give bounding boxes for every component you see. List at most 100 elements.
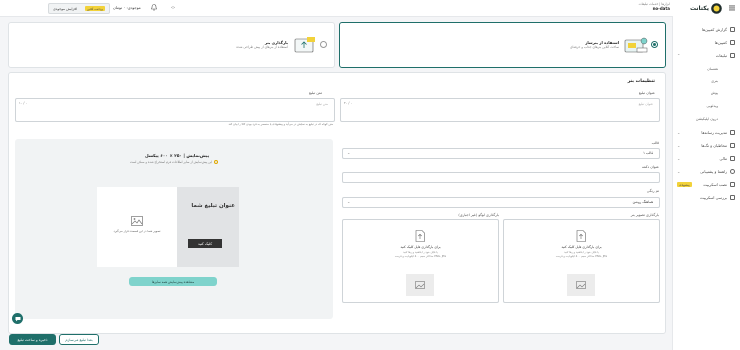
- image-icon: [576, 281, 586, 289]
- upload-file-icon: [415, 230, 425, 242]
- sidebar-subitem-push[interactable]: پوش: [711, 91, 718, 95]
- sidebar-item-label: مالی: [719, 156, 727, 161]
- sidebar-item-reports[interactable]: گزارش کمپین‌ها: [677, 25, 735, 34]
- chat-icon: [15, 316, 20, 321]
- sidebar-item-ads[interactable]: تبلیغات ⌃: [677, 51, 735, 60]
- banner-builder-illustration-icon: [624, 37, 648, 53]
- sidebar-item-label: راهنما و پشتیبانی: [700, 169, 727, 174]
- sidebar-subitem-video[interactable]: ویدئویی: [707, 104, 718, 108]
- bell-icon[interactable]: [151, 4, 157, 11]
- collapse-icon[interactable]: ‹›: [171, 5, 175, 11]
- sidebar-subitem-native[interactable]: همسان: [707, 67, 718, 71]
- button-text-input[interactable]: [342, 172, 660, 183]
- topup-badge: پرداخت آنلاین: [85, 6, 105, 11]
- users-icon: [730, 143, 735, 148]
- code-icon: [730, 182, 735, 187]
- ad-text-counter: ۱۰ / ۰: [19, 101, 28, 105]
- logo-upload-dropzone[interactable]: برای بارگذاری فایل کلیک کنید یا فایل خود…: [342, 219, 499, 303]
- sidebar-item-media[interactable]: مدیریت رسانه‌ها ⌄: [677, 128, 735, 137]
- sidebar-item-label: بررسی اسکریپت: [700, 195, 727, 200]
- chevron-down-icon: ⌄: [677, 156, 681, 161]
- chat-support-button[interactable]: [12, 313, 23, 324]
- sidebar-item-label: مدیریت رسانه‌ها: [701, 130, 727, 135]
- radio-unselected[interactable]: [320, 41, 327, 48]
- chevron-down-icon: ⌄: [677, 130, 681, 135]
- main-content: استفاده از بنرساز ساخت آنلاین بنرهای جذا…: [0, 16, 672, 350]
- sidebar-item-finance[interactable]: مالی ⌄: [677, 154, 735, 163]
- option2-desc: استفاده از بنرهای از پیش طراحی شده: [236, 45, 288, 49]
- method-upload-banner[interactable]: بارگذاری بنر استفاده از بنرهای از پیش طر…: [8, 22, 335, 68]
- sidebar-item-label: تبلیغات: [715, 53, 727, 58]
- ad-title-counter: ۴۰ / ۰: [344, 101, 353, 105]
- radio-selected[interactable]: [651, 41, 658, 48]
- ad-text-placeholder: متن تبلیغ: [316, 102, 328, 106]
- sidebar-subitem-banner[interactable]: بنری: [711, 79, 718, 83]
- image-placeholder-icon: [131, 216, 143, 226]
- menu-icon[interactable]: [729, 5, 735, 11]
- megaphone-icon: [730, 40, 735, 45]
- theme-select[interactable]: هماهنگ روشن ⌄: [342, 197, 660, 208]
- sidebar-item-label: کمپین‌ها: [714, 40, 727, 45]
- code-check-icon: [730, 195, 735, 200]
- ad-text-field[interactable]: متن تبلیغ ۱۰ / ۰: [15, 98, 335, 122]
- method-banner-builder[interactable]: استفاده از بنرساز ساخت آنلاین بنرهای جذا…: [339, 22, 666, 68]
- banner-preview: تصویر شما در این قسمت قرار می‌گیرد عنوان…: [97, 187, 239, 267]
- upload-illustration-icon: [294, 37, 315, 53]
- sidebar-item-support[interactable]: راهنما و پشتیبانی ⌄: [677, 167, 735, 176]
- topup-button[interactable]: افزایش موجودی پرداخت آنلاین: [48, 3, 110, 14]
- headset-icon: [730, 169, 735, 174]
- chart-icon: [730, 27, 735, 32]
- sidebar-subitem-inapp[interactable]: درون اپلیکیشن: [696, 117, 718, 121]
- banner-image-hint: تصویر شما در این قسمت قرار می‌گیرد: [113, 229, 161, 233]
- balance-label: موجودی: ۰ تومان: [113, 5, 141, 10]
- chevron-up-icon: ⌃: [677, 53, 681, 58]
- account-name: no-data: [652, 6, 670, 11]
- sidebar-item-label: نصب اسکریپت: [703, 182, 727, 187]
- account-switcher[interactable]: ابزارها | خدمات تبلیغات no-data: [618, 2, 670, 11]
- option1-text: استفاده از بنرساز ساخت آنلاین بنرهای جذا…: [529, 40, 619, 49]
- ad-title-field[interactable]: عنوان تبلیغ ۴۰ / ۰: [340, 98, 660, 122]
- upload-file-icon: [576, 230, 586, 242]
- banner-title: عنوان تبلیغ شما: [191, 203, 235, 209]
- logo-text: یکتانت: [689, 4, 709, 12]
- ads-icon: [730, 53, 735, 58]
- create-later-button[interactable]: بعدا تبلیغ می‌سازم: [59, 334, 99, 345]
- logo-icon: [711, 2, 722, 14]
- image-icon: [415, 281, 425, 289]
- chevron-down-icon: ⌄: [347, 150, 351, 155]
- upload-formats: حداکثر حجم ۵۰۰ کیلوبایت و فرمت PNG, JPG: [555, 254, 608, 258]
- sidebar-item-install-script[interactable]: نصب اسکریپت پیشنهادی: [677, 180, 735, 189]
- logo-thumb-placeholder: [406, 274, 434, 296]
- sidebar: گزارش کمپین‌ها کمپین‌ها تبلیغات ⌃ همسان ب…: [672, 16, 740, 350]
- template-value: قالب ۱: [643, 151, 653, 155]
- brand-logo[interactable]: یکتانت: [684, 2, 722, 14]
- sidebar-item-label: گزارش کمپین‌ها: [702, 27, 727, 32]
- theme-value: هماهنگ روشن: [632, 200, 653, 204]
- sidebar-item-label: مخاطبان و تگ‌ها: [701, 143, 727, 148]
- image-upload-dropzone[interactable]: برای بارگذاری فایل کلیک کنید یا فایل خود…: [503, 219, 660, 303]
- image-thumb-placeholder: [567, 274, 595, 296]
- preview-note-text: این پیش‌نمایش از سایر اطلاعات فرم استخرا…: [130, 160, 213, 164]
- sidebar-item-campaigns[interactable]: کمپین‌ها: [677, 38, 735, 47]
- ad-text-label: متن تبلیغ: [309, 91, 323, 95]
- info-icon: [214, 160, 219, 164]
- settings-title: تنظیمات بنر: [627, 79, 655, 84]
- preview-title: پیش‌نمایش | ۲۵۰ × ۶۰۰ پیکسل: [145, 153, 210, 158]
- theme-label: تم رنگی: [646, 189, 659, 193]
- chevron-down-icon: ⌄: [677, 143, 681, 148]
- upload-formats: حداکثر حجم ۵۰۰ کیلوبایت و فرمت PNG, JPG: [394, 254, 447, 258]
- banner-cta: کلیک کنید: [188, 239, 222, 248]
- all-sizes-preview-button[interactable]: مشاهده پیش‌نمایش همه سایزها: [129, 277, 217, 286]
- topup-label: افزایش موجودی: [53, 6, 78, 11]
- save-and-create-button[interactable]: ذخیره و ساخت تبلیغ: [9, 334, 56, 345]
- template-select[interactable]: قالب ۱ ⌄: [342, 148, 660, 159]
- ad-title-placeholder: عنوان تبلیغ: [638, 102, 653, 106]
- sidebar-item-check-script[interactable]: بررسی اسکریپت: [677, 193, 735, 202]
- button-text-label: عنوان دکمه: [641, 165, 659, 169]
- banner-image-area: تصویر شما در این قسمت قرار می‌گیرد: [97, 187, 177, 267]
- option1-desc: ساخت آنلاین بنرهای جذاب و حرفه‌ای: [570, 45, 619, 49]
- sidebar-item-audience[interactable]: مخاطبان و تگ‌ها ⌄: [677, 141, 735, 150]
- preview-panel: پیش‌نمایش | ۲۵۰ × ۶۰۰ پیکسل این پیش‌نمای…: [15, 139, 333, 319]
- chevron-down-icon: ⌄: [677, 169, 681, 174]
- chevron-down-icon: ⌄: [347, 199, 351, 204]
